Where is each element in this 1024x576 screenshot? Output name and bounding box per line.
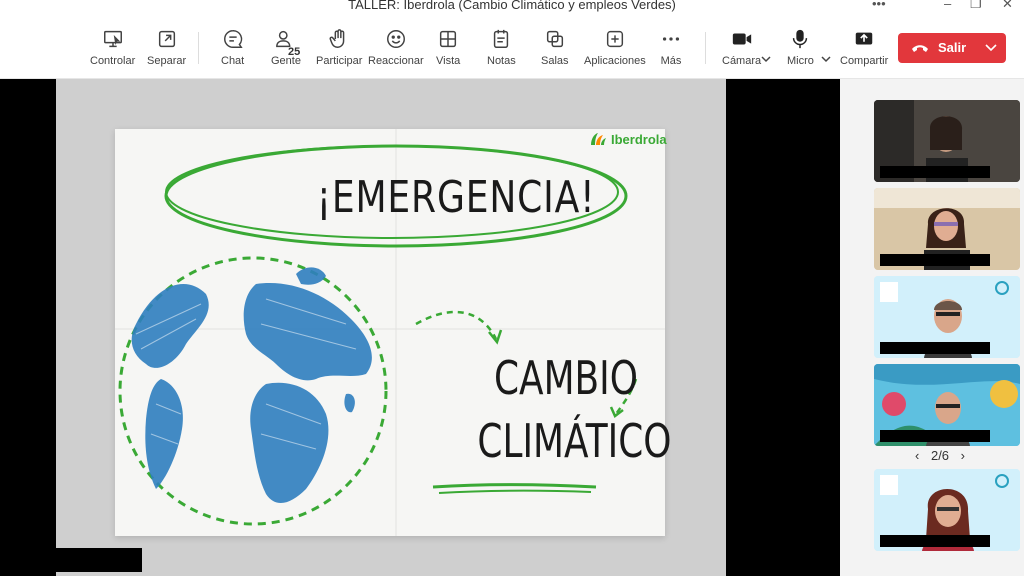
participant-video-tile[interactable] xyxy=(874,469,1020,551)
restore-icon[interactable]: ❐ xyxy=(970,0,982,12)
apps-label: Aplicaciones xyxy=(584,55,646,67)
camera-label: Cámara xyxy=(722,55,762,67)
headline-text: ¡EMERGENCIA! xyxy=(316,172,596,223)
rooms-label: Salas xyxy=(541,55,569,67)
mic-label: Micro xyxy=(787,55,814,67)
participant-name-redacted xyxy=(880,342,990,354)
meeting-toolbar: Controlar Separar Chat Gente 25 Particip… xyxy=(0,14,1024,79)
participant-name-redacted xyxy=(880,254,990,266)
chat-button[interactable]: Chat xyxy=(221,28,244,67)
popout-button[interactable]: Separar xyxy=(147,28,186,67)
shared-content-stage: Iberdrola ¡EMERGENCIA! CAMBIO CLIMÁTICO xyxy=(0,79,840,576)
people-count-badge: 25 xyxy=(288,46,301,58)
grid-icon xyxy=(440,30,457,48)
previous-page-chevron-icon[interactable]: ‹ xyxy=(915,448,919,463)
participant-name-redacted xyxy=(880,166,990,178)
rooms-button[interactable]: Salas xyxy=(541,28,569,67)
participant-name-redacted xyxy=(880,430,990,442)
participant-video-tile[interactable] xyxy=(874,364,1020,446)
more-label: Más xyxy=(660,55,682,67)
leave-options-chevron-icon[interactable] xyxy=(984,43,998,53)
window-title: TALLER: Iberdrola (Cambio Climático y em… xyxy=(348,0,676,12)
share-icon xyxy=(855,32,873,45)
more-button[interactable]: Más xyxy=(660,28,682,67)
hang-up-icon xyxy=(912,45,928,52)
react-label: Reaccionar xyxy=(368,55,424,67)
leave-button[interactable]: Salir xyxy=(898,33,1006,63)
presenter-name-redacted xyxy=(56,548,142,572)
add-app-icon xyxy=(606,30,623,48)
rooms-icon xyxy=(546,30,563,48)
participant-video-tile[interactable] xyxy=(874,100,1020,182)
microphone-icon xyxy=(793,29,808,49)
smiley-icon xyxy=(386,30,405,48)
mic-options-chevron-icon[interactable] xyxy=(820,54,832,64)
chat-icon xyxy=(223,30,243,48)
view-button[interactable]: Vista xyxy=(436,28,460,67)
control-icon xyxy=(103,30,122,48)
raise-hand-label: Participar xyxy=(316,55,363,67)
close-icon[interactable]: ✕ xyxy=(1002,0,1013,12)
raise-hand-button[interactable]: Participar xyxy=(316,28,362,67)
hand-icon xyxy=(329,29,345,48)
control-button[interactable]: Controlar xyxy=(90,28,135,67)
notes-icon xyxy=(494,29,509,48)
camera-options-chevron-icon[interactable] xyxy=(760,54,772,64)
underline-stroke xyxy=(432,483,597,494)
mic-button[interactable]: Micro xyxy=(787,28,814,67)
toolbar-divider xyxy=(198,32,199,64)
title-bar: TALLER: Iberdrola (Cambio Climático y em… xyxy=(0,0,1024,14)
more-options-icon[interactable]: ••• xyxy=(872,0,886,11)
notes-button[interactable]: Notas xyxy=(487,28,516,67)
control-label: Controlar xyxy=(90,55,136,67)
participant-video-tile[interactable] xyxy=(874,188,1020,270)
camera-icon xyxy=(732,33,751,45)
popout-label: Separar xyxy=(147,55,187,67)
globe-illustration xyxy=(118,256,388,526)
apps-button[interactable]: Aplicaciones xyxy=(584,28,646,67)
camera-button[interactable]: Cámara xyxy=(722,28,761,67)
minimize-icon[interactable]: – xyxy=(944,0,951,11)
chat-label: Chat xyxy=(221,55,245,67)
participant-video-tile[interactable] xyxy=(874,276,1020,358)
participants-panel xyxy=(840,79,1024,576)
more-icon xyxy=(662,37,680,41)
shared-slide: Iberdrola ¡EMERGENCIA! CAMBIO CLIMÁTICO xyxy=(56,79,726,576)
participant-pager: ‹ 2/6 › xyxy=(915,448,965,463)
cambio-text: CAMBIO xyxy=(493,351,638,405)
react-button[interactable]: Reaccionar xyxy=(368,28,424,67)
notes-label: Notas xyxy=(487,55,516,67)
leave-label: Salir xyxy=(938,40,967,55)
next-page-chevron-icon[interactable]: › xyxy=(961,448,965,463)
page-indicator: 2/6 xyxy=(930,448,950,463)
view-label: Vista xyxy=(436,55,461,67)
share-label: Compartir xyxy=(840,55,889,67)
climatico-text: CLIMÁTICO xyxy=(477,414,672,468)
popout-icon xyxy=(158,30,175,48)
share-button[interactable]: Compartir xyxy=(840,28,888,67)
participant-name-redacted xyxy=(880,535,990,547)
toolbar-divider xyxy=(705,32,706,64)
